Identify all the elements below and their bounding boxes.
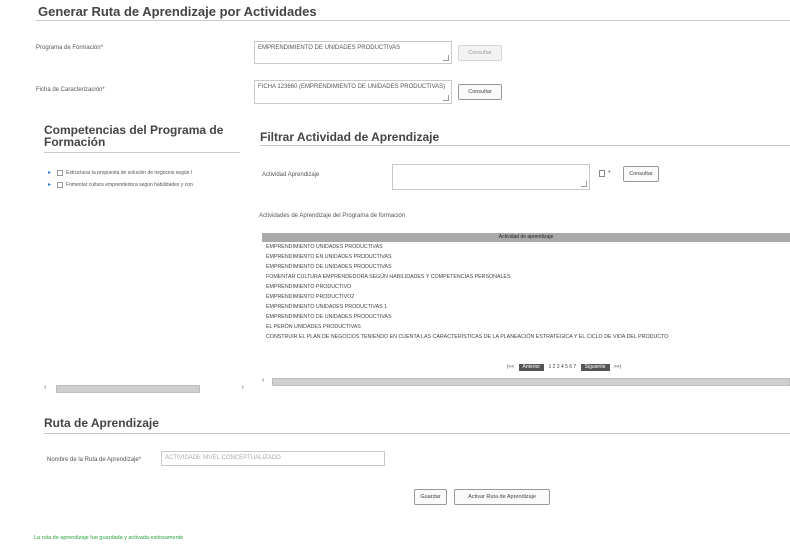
table-row[interactable]: EMPRENDIMIENTO UNIDADES PRODUCTIVAS 1	[262, 302, 790, 312]
scroll-left-icon[interactable]: ‹	[262, 377, 264, 384]
program-consult-button[interactable]: Consultar	[458, 45, 502, 61]
ficha-value: FICHA 123660 (EMPRENDIMIENTO DE UNIDADES…	[258, 84, 446, 90]
competencia-checkbox[interactable]	[57, 169, 64, 176]
table-row[interactable]: EL PERÓN UNIDADES PRODUCTIVAS	[262, 322, 790, 332]
ficha-label: Ficha de Caracterización*	[36, 87, 105, 93]
program-value: EMPRENDIMIENTO DE UNIDADES PRODUCTIVAS	[258, 45, 401, 51]
table-row[interactable]: FOMENTAR CULTURA EMPRENDEDORA SEGÚN HABI…	[262, 272, 790, 282]
grid-hscrollbar[interactable]: ‹	[262, 375, 790, 388]
page-title: Generar Ruta de Aprendizaje por Activida…	[38, 4, 317, 19]
table-header: Actividad de aprendizaje	[262, 233, 790, 242]
table-row[interactable]: CONSTRUIR EL PLAN DE NEGOCIOS TENIENDO E…	[262, 332, 790, 342]
competencias-title: Competencias del Programa de Formación	[44, 123, 224, 149]
resize-grip-icon[interactable]	[443, 55, 449, 61]
expand-icon[interactable]: ▸	[48, 182, 51, 188]
program-label: Programa de Formación*	[36, 45, 104, 51]
filtrar-title: Filtrar Actividad de Aprendizaje	[260, 130, 440, 144]
scroll-thumb[interactable]	[56, 385, 200, 393]
table-row[interactable]: EMPRENDIMIENTO DE UNIDADES PRODUCTIVAS	[262, 262, 790, 272]
actividad-label: Actividad Aprendizaje	[262, 172, 320, 178]
actividad-consult-button[interactable]: Consultar	[623, 166, 659, 182]
competencia-label: Estructurar la propuesta de solución de …	[66, 170, 192, 176]
resize-grip-icon[interactable]	[581, 181, 587, 187]
copy-icon[interactable]	[599, 170, 605, 177]
ruta-name-input[interactable]: ACTIVIDADE NIVEL CONCEPTUALIZADO	[161, 451, 385, 466]
competencia-checkbox[interactable]	[57, 181, 64, 188]
resize-grip-icon[interactable]	[443, 95, 449, 101]
activate-route-button[interactable]: Activar Ruta de Aprendizaje	[454, 489, 550, 505]
grid-caption: Actividades de Aprendizaje del Programa …	[259, 213, 406, 219]
competencia-item[interactable]: ▸ Fomentar cultura emprendedora según hab…	[48, 181, 193, 188]
competencias-hscrollbar[interactable]: ‹ ›	[44, 382, 244, 395]
next-page-button[interactable]: Siguiente	[580, 364, 610, 371]
table-row[interactable]: EMPRENDIMIENTO EN UNIDADES PRODUCTIVAS	[262, 252, 790, 262]
scroll-left-icon[interactable]: ‹	[44, 384, 46, 391]
ruta-name-value: ACTIVIDADE NIVEL CONCEPTUALIZADO	[165, 455, 281, 461]
ficha-field[interactable]: FICHA 123660 (EMPRENDIMIENTO DE UNIDADES…	[254, 80, 452, 104]
status-message: La ruta de aprendizaje fue guardada y ac…	[34, 535, 184, 541]
prev-page-button[interactable]: Anterior	[518, 364, 545, 371]
expand-icon[interactable]: ▸	[48, 170, 51, 176]
competencia-item[interactable]: ▸ Estructurar la propuesta de solución de…	[48, 169, 192, 176]
program-field[interactable]: EMPRENDIMIENTO DE UNIDADES PRODUCTIVAS	[254, 41, 452, 64]
page-numbers[interactable]: 1 2 3 4 5 6 7	[548, 364, 576, 370]
scroll-thumb[interactable]	[272, 378, 790, 386]
title-divider	[36, 20, 790, 21]
scroll-right-icon[interactable]: ›	[242, 384, 244, 391]
ruta-title: Ruta de Aprendizaje	[44, 416, 159, 430]
ruta-divider	[44, 433, 790, 434]
ruta-name-label: Nombre de la Ruta de Aprendizaje*	[47, 457, 142, 463]
ficha-consult-button[interactable]: Consultar	[458, 84, 502, 100]
last-page-link[interactable]: >>|	[614, 364, 621, 370]
table-row[interactable]: EMPRENDIMIENTO DE UNIDADES PRODUCTIVAS	[262, 312, 790, 322]
activities-table: Actividad de aprendizaje EMPRENDIMIENTO …	[262, 233, 790, 342]
table-row[interactable]: EMPRENDIMIENTO PRODUCTIVO2	[262, 292, 790, 302]
save-button[interactable]: Guardar	[414, 489, 447, 505]
actividad-input[interactable]	[392, 164, 590, 190]
table-row[interactable]: EMPRENDIMIENTO UNIDADES PRODUCTIVAS	[262, 242, 790, 252]
pagination: |<< Anterior 1 2 3 4 5 6 7 Siguiente >>|	[507, 364, 621, 371]
first-page-link[interactable]: |<<	[507, 364, 514, 370]
required-star: *	[608, 170, 611, 177]
competencias-divider	[44, 152, 240, 153]
competencia-label: Fomentar cultura emprendedora según habi…	[66, 182, 193, 188]
filtrar-divider	[260, 145, 790, 146]
table-row[interactable]: EMPRENDIMIENTO PRODUCTIVO	[262, 282, 790, 292]
